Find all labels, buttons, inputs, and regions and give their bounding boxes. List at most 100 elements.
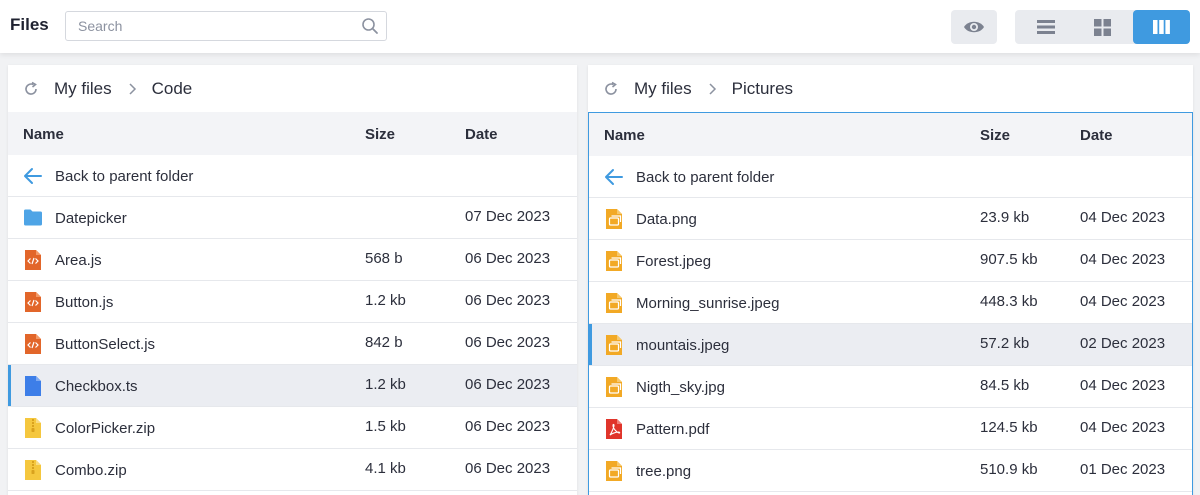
file-row[interactable]: Button.js 1.2 kb 06 Dec 2023	[8, 281, 577, 323]
file-name: Datepicker	[55, 210, 127, 227]
file-size: 510.9 kb	[980, 461, 1038, 478]
file-size: 448.3 kb	[980, 293, 1038, 310]
breadcrumb-item-current[interactable]: Pictures	[732, 79, 793, 99]
file-name: Button.js	[55, 294, 114, 311]
grid-view-button[interactable]	[1074, 10, 1131, 44]
image-file-icon	[606, 461, 622, 481]
file-name: mountais.jpeg	[636, 337, 730, 354]
chevron-right-icon	[709, 82, 716, 95]
file-date: 06 Dec 2023	[465, 250, 551, 267]
zip-file-icon	[25, 460, 41, 480]
file-size: 23.9 kb	[980, 209, 1030, 226]
column-name-header[interactable]: Name	[604, 127, 645, 144]
file-size: 84.5 kb	[980, 377, 1030, 394]
file-size: 124.5 kb	[980, 419, 1038, 436]
file-row[interactable]: mountais.jpeg 57.2 kb 02 Dec 2023	[589, 324, 1192, 366]
arrow-left-icon	[605, 169, 623, 185]
file-row[interactable]: ButtonSelect.js 842 b 06 Dec 2023	[8, 323, 577, 365]
file-size: 4.1 kb	[365, 460, 406, 477]
right-file-panel: My files Pictures Name Size Date Back to…	[588, 65, 1193, 495]
file-size: 1.2 kb	[365, 292, 406, 309]
app-title: Files	[10, 15, 49, 34]
code-file-icon	[25, 334, 41, 354]
grid-view-icon	[1094, 18, 1111, 36]
file-name: ColorPicker.zip	[55, 420, 156, 437]
search-box[interactable]	[65, 11, 387, 41]
column-name-header[interactable]: Name	[23, 126, 64, 143]
file-date: 07 Dec 2023	[465, 208, 551, 225]
file-row[interactable]: Morning_sunrise.jpeg 448.3 kb 04 Dec 2023	[589, 282, 1192, 324]
file-name: Combo.zip	[55, 462, 127, 479]
file-date: 04 Dec 2023	[1080, 209, 1166, 226]
view-switcher	[1015, 10, 1190, 44]
preview-button[interactable]	[951, 10, 997, 44]
columns-view-button[interactable]	[1133, 10, 1190, 44]
breadcrumb: My files Pictures	[588, 65, 1193, 112]
refresh-icon[interactable]	[603, 81, 619, 97]
breadcrumb-item-current[interactable]: Code	[152, 79, 193, 99]
code-file-icon	[25, 292, 41, 312]
file-name: Pattern.pdf	[636, 421, 710, 438]
back-to-parent-row[interactable]: Back to parent folder	[8, 155, 577, 197]
file-name: ButtonSelect.js	[55, 336, 156, 353]
file-date: 04 Dec 2023	[1080, 293, 1166, 310]
image-file-icon	[606, 209, 622, 229]
file-date: 04 Dec 2023	[1080, 251, 1166, 268]
file-date: 01 Dec 2023	[1080, 461, 1166, 478]
arrow-left-icon	[24, 168, 42, 184]
list-view-icon	[1036, 20, 1055, 34]
typescript-file-icon	[25, 376, 41, 396]
column-size-header[interactable]: Size	[365, 126, 395, 143]
search-input[interactable]	[66, 12, 346, 40]
file-name: Nigth_sky.jpg	[636, 379, 725, 396]
top-toolbar: Files	[0, 0, 1200, 53]
file-date: 06 Dec 2023	[465, 376, 551, 393]
file-size: 568 b	[365, 250, 403, 267]
column-date-header[interactable]: Date	[465, 126, 498, 143]
image-file-icon	[606, 377, 622, 397]
zip-file-icon	[25, 418, 41, 438]
file-date: 06 Dec 2023	[465, 334, 551, 351]
file-row[interactable]: Nigth_sky.jpg 84.5 kb 04 Dec 2023	[589, 366, 1192, 408]
pdf-file-icon	[606, 419, 622, 439]
file-name: Forest.jpeg	[636, 253, 712, 270]
file-row[interactable]: Datepicker 07 Dec 2023	[8, 197, 577, 239]
file-row[interactable]: Data.png 23.9 kb 04 Dec 2023	[589, 198, 1192, 240]
file-name: Area.js	[55, 252, 102, 269]
breadcrumb-item-my-files[interactable]: My files	[54, 79, 112, 99]
breadcrumb-item-my-files[interactable]: My files	[634, 79, 692, 99]
refresh-icon[interactable]	[23, 81, 39, 97]
file-row[interactable]: ColorPicker.zip 1.5 kb 06 Dec 2023	[8, 407, 577, 449]
search-icon[interactable]	[361, 17, 379, 35]
file-size: 1.2 kb	[365, 376, 406, 393]
column-date-header[interactable]: Date	[1080, 127, 1113, 144]
file-size: 907.5 kb	[980, 251, 1038, 268]
file-row[interactable]: Forest.jpeg 907.5 kb 04 Dec 2023	[589, 240, 1192, 282]
image-file-icon	[606, 335, 622, 355]
list-view-button[interactable]	[1017, 10, 1074, 44]
back-label: Back to parent folder	[55, 168, 194, 185]
image-file-icon	[606, 293, 622, 313]
folder-icon	[24, 209, 42, 226]
file-date: 04 Dec 2023	[1080, 377, 1166, 394]
file-date: 06 Dec 2023	[465, 292, 551, 309]
breadcrumb: My files Code	[8, 65, 577, 112]
file-table: Name Size Date Back to parent folder Dat…	[588, 112, 1193, 495]
file-row[interactable]: Combo.zip 4.1 kb 06 Dec 2023	[8, 449, 577, 491]
file-name: Checkbox.ts	[55, 378, 138, 395]
back-label: Back to parent folder	[636, 169, 775, 186]
file-row[interactable]: Pattern.pdf 124.5 kb 04 Dec 2023	[589, 408, 1192, 450]
column-size-header[interactable]: Size	[980, 127, 1010, 144]
columns-view-icon	[1153, 20, 1170, 34]
code-file-icon	[25, 250, 41, 270]
file-row[interactable]: tree.png 510.9 kb 01 Dec 2023	[589, 450, 1192, 492]
file-row[interactable]: Area.js 568 b 06 Dec 2023	[8, 239, 577, 281]
image-file-icon	[606, 251, 622, 271]
file-size: 57.2 kb	[980, 335, 1030, 352]
file-row[interactable]: Checkbox.ts 1.2 kb 06 Dec 2023	[8, 365, 577, 407]
table-header: Name Size Date	[8, 112, 577, 155]
chevron-right-icon	[129, 82, 136, 95]
table-header: Name Size Date	[589, 113, 1192, 156]
file-name: Data.png	[636, 211, 697, 228]
back-to-parent-row[interactable]: Back to parent folder	[589, 156, 1192, 198]
